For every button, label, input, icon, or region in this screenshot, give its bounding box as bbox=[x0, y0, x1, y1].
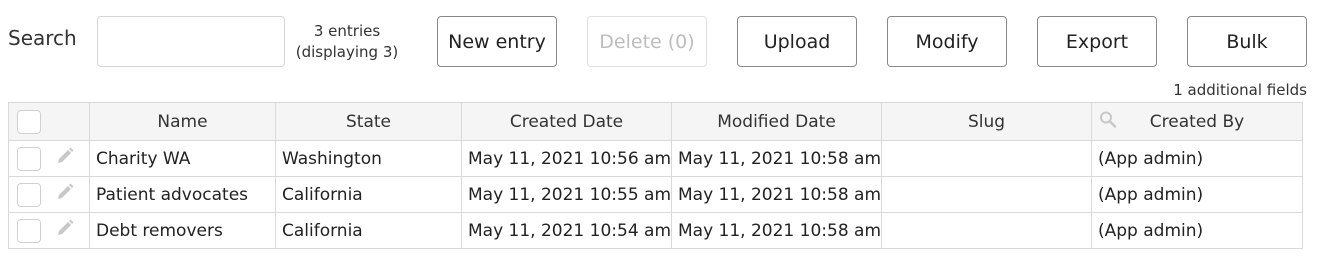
cell-modified-date: May 11, 2021 10:58 am bbox=[671, 176, 882, 213]
new-entry-button[interactable]: New entry bbox=[437, 16, 557, 67]
row-checkbox[interactable] bbox=[17, 182, 41, 207]
delete-button: Delete (0) bbox=[587, 16, 707, 67]
select-all-cell bbox=[8, 102, 90, 141]
table-row[interactable]: Charity WA Washington May 11, 2021 10:56… bbox=[8, 140, 1303, 177]
cell-slug bbox=[881, 140, 1092, 177]
table-header-row: Name State Created Date Modified Date Sl… bbox=[8, 102, 1303, 141]
entries-table: Name State Created Date Modified Date Sl… bbox=[8, 102, 1303, 249]
modify-button[interactable]: Modify bbox=[887, 16, 1007, 67]
table-row[interactable]: Patient advocates California May 11, 202… bbox=[8, 176, 1303, 213]
cell-state: Washington bbox=[275, 140, 462, 177]
table-row[interactable]: Debt removers California May 11, 2021 10… bbox=[8, 212, 1303, 249]
cell-state: California bbox=[275, 176, 462, 213]
entry-count: 3 entries (displaying 3) bbox=[292, 21, 402, 63]
cell-name: Debt removers bbox=[89, 212, 276, 249]
cell-created-date: May 11, 2021 10:54 am bbox=[461, 212, 672, 249]
column-header-created-by: Created By bbox=[1149, 111, 1245, 132]
entry-count-displaying: (displaying 3) bbox=[295, 43, 399, 61]
search-icon[interactable] bbox=[1099, 110, 1117, 133]
column-header-state[interactable]: State bbox=[275, 102, 462, 141]
pencil-icon[interactable] bbox=[55, 218, 75, 243]
export-button[interactable]: Export bbox=[1037, 16, 1157, 67]
column-header-created-by-cell[interactable]: Created By bbox=[1091, 102, 1303, 141]
cell-created-date: May 11, 2021 10:56 am bbox=[461, 140, 672, 177]
cell-slug bbox=[881, 176, 1092, 213]
cell-created-by: (App admin) bbox=[1091, 212, 1303, 249]
column-header-modified-date[interactable]: Modified Date bbox=[671, 102, 882, 141]
column-header-name[interactable]: Name bbox=[89, 102, 276, 141]
cell-created-date: May 11, 2021 10:55 am bbox=[461, 176, 672, 213]
cell-modified-date: May 11, 2021 10:58 am bbox=[671, 140, 882, 177]
cell-name: Charity WA bbox=[89, 140, 276, 177]
cell-created-by: (App admin) bbox=[1091, 140, 1303, 177]
cell-modified-date: May 11, 2021 10:58 am bbox=[671, 212, 882, 249]
select-all-checkbox[interactable] bbox=[17, 109, 41, 134]
search-input[interactable] bbox=[97, 16, 285, 67]
cell-name: Patient advocates bbox=[89, 176, 276, 213]
row-checkbox[interactable] bbox=[17, 218, 41, 243]
search-label: Search bbox=[8, 26, 77, 50]
upload-button[interactable]: Upload bbox=[737, 16, 857, 67]
cell-created-by: (App admin) bbox=[1091, 176, 1303, 213]
column-header-created-date[interactable]: Created Date bbox=[461, 102, 672, 141]
row-select-cell bbox=[8, 140, 90, 177]
pencil-icon[interactable] bbox=[55, 182, 75, 207]
row-checkbox[interactable] bbox=[17, 146, 41, 171]
pencil-icon[interactable] bbox=[55, 146, 75, 171]
row-select-cell bbox=[8, 212, 90, 249]
additional-fields-link[interactable]: 1 additional fields bbox=[1173, 81, 1307, 99]
row-select-cell bbox=[8, 176, 90, 213]
bulk-button[interactable]: Bulk bbox=[1187, 16, 1307, 67]
cell-state: California bbox=[275, 212, 462, 249]
cell-slug bbox=[881, 212, 1092, 249]
entry-count-total: 3 entries bbox=[313, 22, 381, 40]
column-header-slug[interactable]: Slug bbox=[881, 102, 1092, 141]
